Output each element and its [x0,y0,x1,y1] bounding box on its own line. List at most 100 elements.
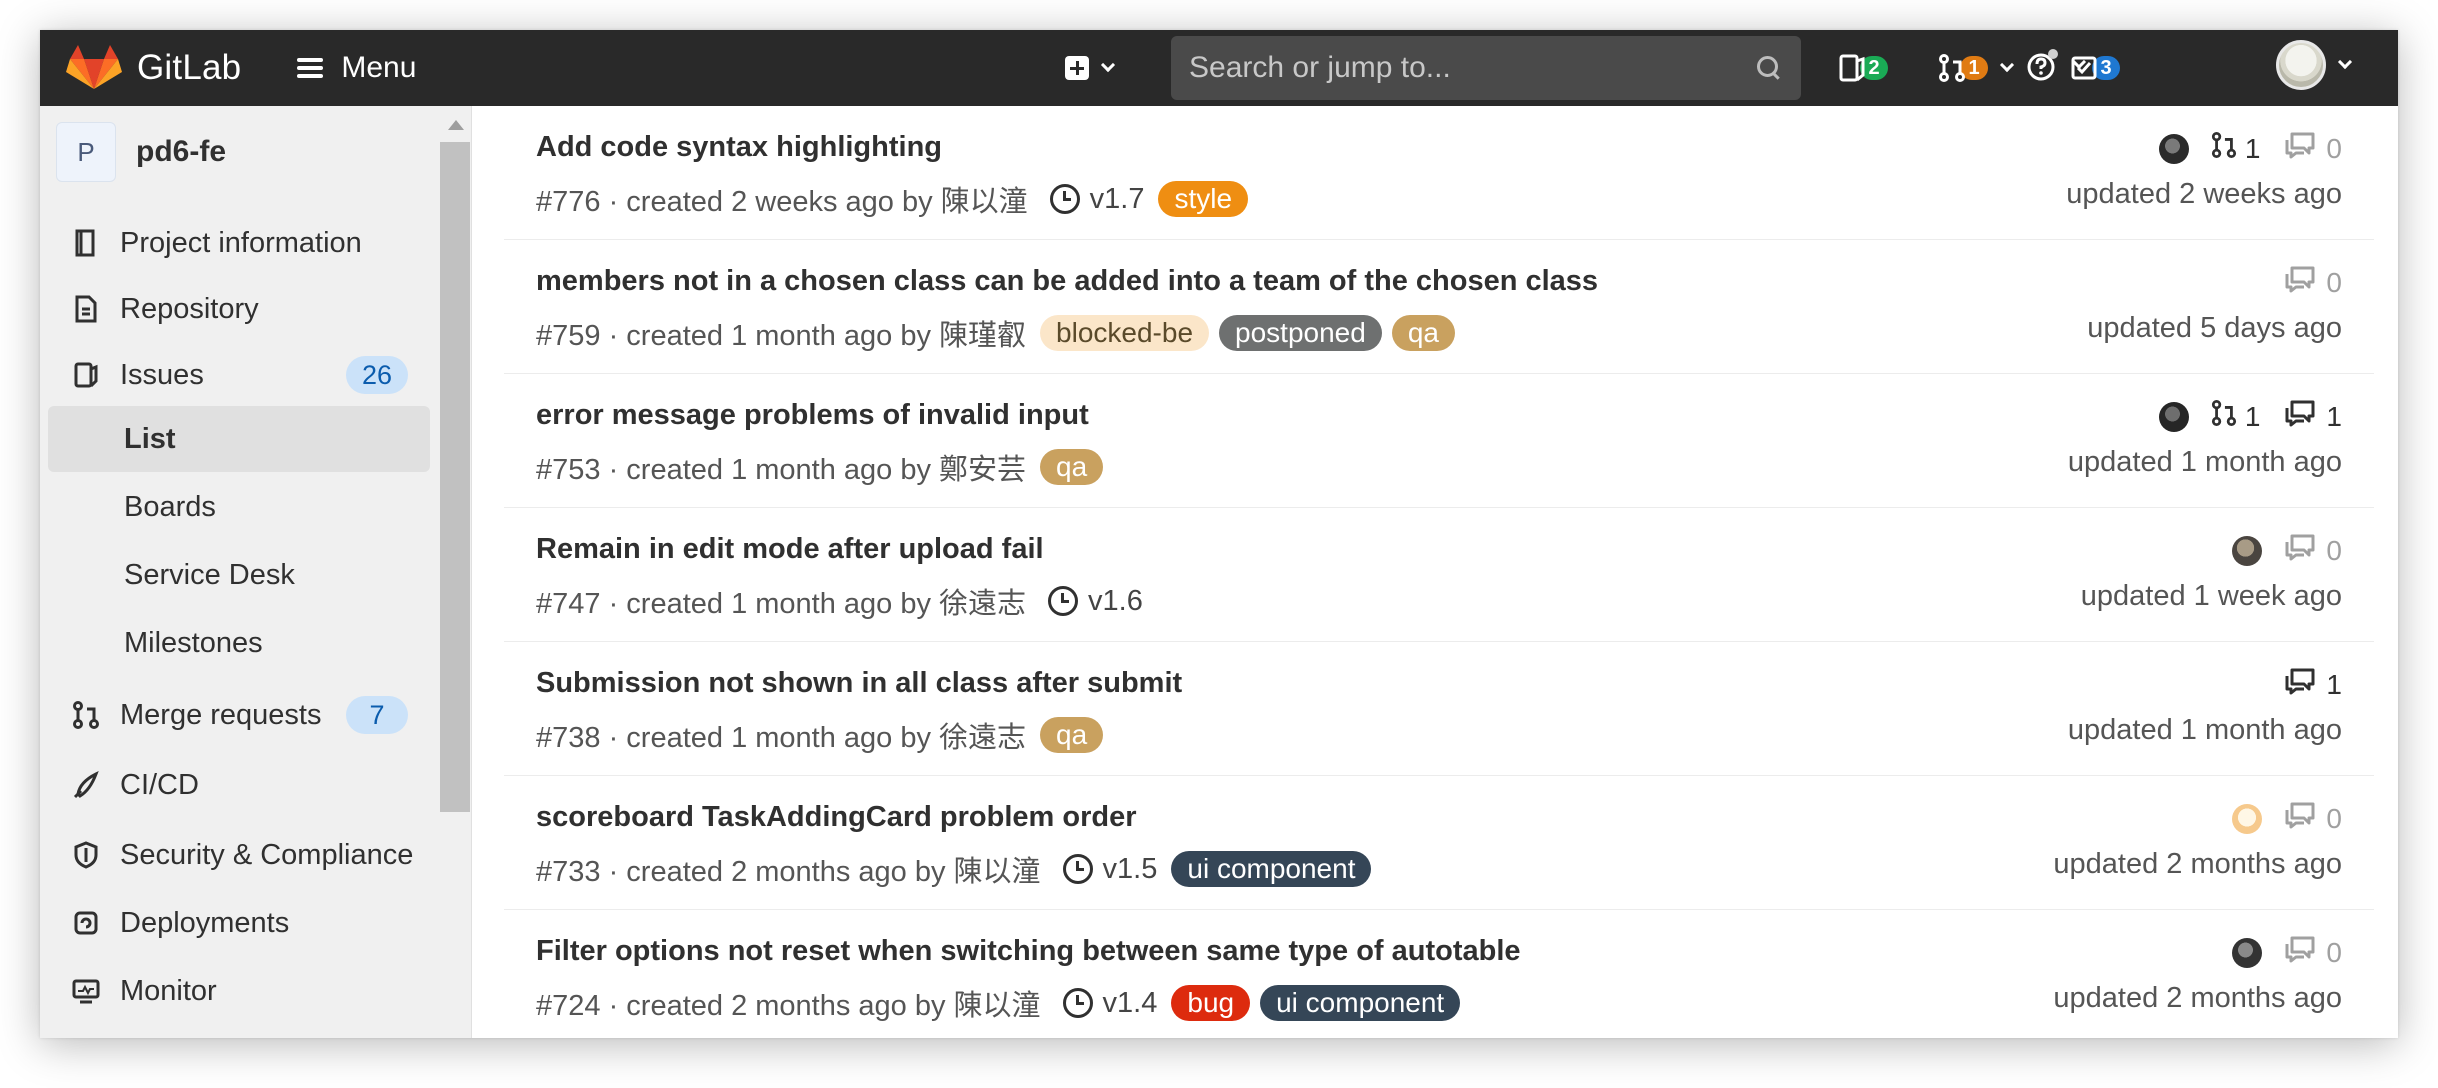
sidebar-subitem-service-desk[interactable]: Service Desk [48,542,430,608]
sidebar-item-security[interactable]: Security & Compliance [40,822,432,888]
comments-count: 0 [2326,534,2342,566]
sidebar-item-cicd[interactable]: CI/CD [40,752,432,818]
comments-count: 1 [2326,400,2342,432]
comments-count: 0 [2326,802,2342,834]
menu-label: Menu [341,51,417,84]
sidebar-subitem-milestones[interactable]: Milestones [48,610,430,676]
issue-row[interactable]: scoreboard TaskAddingCard problem order … [504,776,2374,910]
sidebar-item-label: Monitor [120,974,217,1007]
brand-name[interactable]: GitLab [137,48,241,88]
chevron-down-icon [2071,54,2087,70]
issue-label[interactable]: postponed [1219,315,1382,351]
merge-requests-counter[interactable]: 1 [1938,48,2015,88]
issue-row[interactable]: Remain in edit mode after upload fail #7… [504,508,2374,642]
assignee-avatar[interactable] [2232,803,2263,834]
issues-icon [1839,54,1865,82]
issue-title[interactable]: scoreboard TaskAddingCard problem order [536,801,1137,834]
issue-list: Add code syntax highlighting #776 · crea… [472,106,2398,1038]
sidebar-subitem-list[interactable]: List [48,406,430,472]
menu-button[interactable]: Menu [297,51,416,85]
issue-row[interactable]: Add code syntax highlighting #776 · crea… [504,106,2374,240]
search-input[interactable]: Search or jump to... [1171,36,1801,100]
milestone-title: v1.6 [1088,584,1143,617]
new-item-dropdown[interactable] [1065,50,1116,86]
sidebar-scrollbar[interactable] [438,120,472,1038]
issue-title[interactable]: error message problems of invalid input [536,399,1089,432]
issue-comments[interactable]: 1 [2284,399,2342,434]
sidebar-item-deployments[interactable]: Deployments [40,890,432,956]
issue-milestone[interactable]: v1.5 [1062,852,1158,886]
assignee-avatar[interactable] [2158,401,2189,432]
top-navbar: GitLab Menu Search or jump to... 2 1 3 [40,30,2398,106]
issue-title[interactable]: Submission not shown in all class after … [536,667,1182,700]
issue-labels: style [1158,181,1249,217]
issue-milestone[interactable]: v1.4 [1062,987,1157,1020]
related-merge-requests[interactable]: 1 [2211,131,2260,166]
scroll-up-arrow-icon[interactable] [448,120,464,130]
issue-label[interactable]: qa [1040,449,1104,485]
clock-icon [1062,988,1093,1018]
merge-request-icon [1939,54,1965,82]
clock-icon [1062,854,1093,884]
help-dropdown[interactable] [2026,48,2087,82]
issue-label[interactable]: style [1158,181,1249,217]
issue-milestone[interactable]: v1.6 [1048,585,1143,618]
issue-updated: updated 1 month ago [2067,714,2342,746]
gitlab-logo-icon[interactable] [66,45,122,91]
issue-comments[interactable]: 1 [2284,667,2342,702]
issue-stats: 1 [2284,667,2342,702]
issue-comments[interactable]: 0 [2284,131,2342,166]
issue-row[interactable]: Filter options not reset when switching … [504,910,2374,1038]
issue-comments[interactable]: 0 [2284,935,2342,970]
comments-icon [2284,399,2326,434]
milestone-title: v1.5 [1102,852,1158,885]
issue-comments[interactable]: 0 [2284,265,2342,300]
issue-label[interactable]: blocked-be [1040,315,1210,351]
issue-title[interactable]: members not in a chosen class can be add… [536,265,1598,298]
issue-reference: #753 · created 1 month ago by 鄭安芸 [536,454,1027,486]
issue-label[interactable]: qa [1391,315,1455,351]
sidebar-item-merge-requests[interactable]: Merge requests 7 [40,682,432,748]
issue-labels: qa [1040,717,1104,753]
clock-icon [1048,586,1079,616]
project-header[interactable]: P pd6-fe [56,122,226,182]
assignee-avatar[interactable] [2232,937,2263,968]
issue-milestone[interactable]: v1.7 [1049,183,1144,216]
comments-count: 1 [2326,668,2342,700]
issue-title[interactable]: Remain in edit mode after upload fail [536,533,1044,566]
related-merge-requests[interactable]: 1 [2211,399,2260,434]
sidebar-item-label: Repository [120,292,259,325]
assignee-avatar[interactable] [2158,133,2189,164]
issue-title[interactable]: Filter options not reset when switching … [536,935,1521,968]
issue-reference: #733 · created 2 months ago by 陳以潼 [536,856,1041,888]
issue-row[interactable]: error message problems of invalid input … [504,374,2374,508]
issue-row[interactable]: Submission not shown in all class after … [504,642,2374,776]
issue-row[interactable]: members not in a chosen class can be add… [504,240,2374,374]
issues-counter[interactable]: 2 [1838,48,1888,88]
assignee-avatar[interactable] [2232,535,2263,566]
issue-meta: #724 · created 2 months ago by 陳以潼 v1.4 … [536,982,1461,1024]
sidebar-subitem-boards[interactable]: Boards [48,474,430,540]
issue-comments[interactable]: 0 [2284,533,2342,568]
hamburger-icon [297,58,324,78]
sidebar-item-repository[interactable]: Repository [40,276,432,342]
issue-comments[interactable]: 0 [2284,801,2342,836]
issue-label[interactable]: qa [1040,717,1104,753]
sidebar-item-issues[interactable]: Issues 26 [40,342,432,408]
issue-label[interactable]: ui component [1260,985,1461,1021]
plus-square-icon [1065,56,1089,80]
issue-updated: updated 2 months ago [2053,982,2342,1014]
user-menu[interactable] [2276,40,2353,90]
rocket-icon [72,770,100,800]
issue-reference: #738 · created 1 month ago by 徐遠志 [536,722,1027,754]
sidebar-item-label: CI/CD [120,768,199,801]
chevron-down-icon [1999,57,2015,73]
issue-label[interactable]: bug [1171,985,1251,1021]
sidebar-item-project-information[interactable]: Project information [40,210,432,276]
user-avatar [2276,40,2326,90]
issue-label[interactable]: ui component [1171,851,1372,887]
issue-title[interactable]: Add code syntax highlighting [536,131,942,164]
scrollbar-thumb[interactable] [440,142,470,812]
sidebar-item-monitor[interactable]: Monitor [40,958,432,1024]
project-name: pd6-fe [136,135,226,168]
